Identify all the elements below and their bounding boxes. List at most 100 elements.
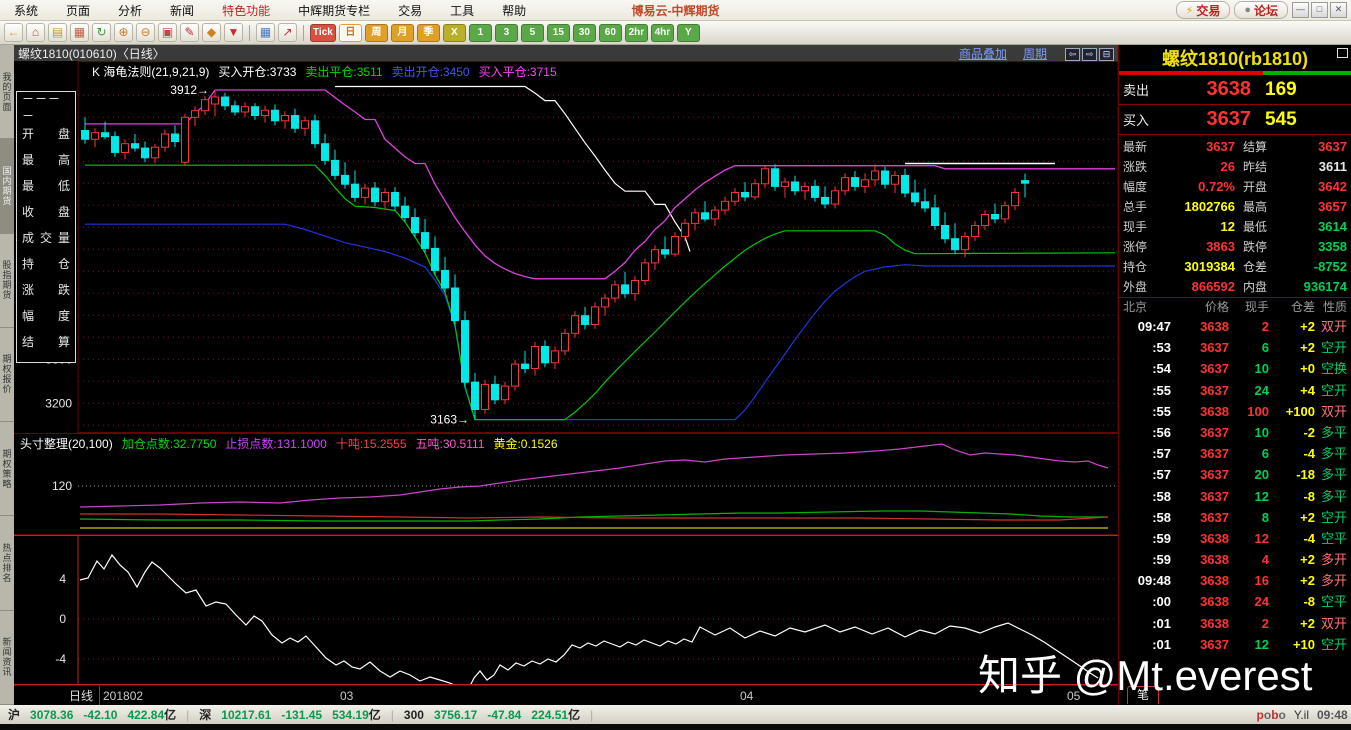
candlestick-chart[interactable]: 3912→3163→33003200 <box>14 61 1119 433</box>
period-button-3[interactable]: 3 <box>495 24 518 42</box>
menu-item-系统[interactable]: 系统 <box>0 2 52 19</box>
snapshot-icon[interactable]: ▦ <box>70 23 89 42</box>
svg-text:4: 4 <box>59 572 66 586</box>
period-button-日[interactable]: 日 <box>339 24 362 42</box>
close-icon[interactable]: ✕ <box>1330 2 1347 18</box>
indicator-value: K 海龟法则(21,9,21,9) <box>92 65 209 79</box>
menu-item-分析[interactable]: 分析 <box>104 2 156 19</box>
zoom-in-icon[interactable]: ⊕ <box>114 23 133 42</box>
stat-cell: 外盘 <box>1123 277 1159 297</box>
period-button-2hr[interactable]: 2hr <box>625 24 648 42</box>
back-icon[interactable]: ← <box>4 23 23 42</box>
ask-row[interactable]: 卖出 3638 169 <box>1119 75 1351 105</box>
tick-row[interactable]: :5336376+2空开 <box>1119 337 1351 358</box>
info-row-幅度: 幅度 <box>22 302 70 328</box>
period-button-X[interactable]: X <box>443 24 466 42</box>
forum-button[interactable]: ●论坛 <box>1234 1 1288 19</box>
tick-row[interactable]: :57363720-18多平 <box>1119 464 1351 485</box>
overlay-link[interactable]: 商品叠加 <box>959 45 1007 62</box>
menu-item-特色功能[interactable]: 特色功能 <box>208 2 284 19</box>
period-button-30[interactable]: 30 <box>573 24 596 42</box>
period-button-15[interactable]: 15 <box>547 24 570 42</box>
stat-cell: 涨跌 <box>1123 157 1159 177</box>
menu-item-工具[interactable]: 工具 <box>436 2 488 19</box>
period-link[interactable]: 周期 <box>1023 45 1047 62</box>
info-row-持仓: 持仓 <box>22 250 70 276</box>
filter-icon[interactable]: ▼ <box>224 23 243 42</box>
tick-table[interactable]: 09:4736382+2双开:5336376+2空开:54363710+0空换:… <box>1119 316 1351 655</box>
bid-qty: 545 <box>1251 109 1351 131</box>
refresh-icon[interactable]: ↻ <box>92 23 111 42</box>
tick-row[interactable]: :5836378+2空开 <box>1119 507 1351 528</box>
menu-item-中辉期货专栏[interactable]: 中辉期货专栏 <box>284 2 384 19</box>
app-window: 系统页面分析新闻特色功能中辉期货专栏交易工具帮助 博易云-中辉期货 ⚡交易 ●论… <box>0 0 1351 730</box>
tick-row[interactable]: :58363712-8多平 <box>1119 486 1351 507</box>
period-button-Y[interactable]: Y <box>677 24 700 42</box>
chart-title-bar: 螺纹1810(010610)〈日线〉 商品叠加 周期 ⇦⇨⊟ <box>14 45 1118 61</box>
period-button-60[interactable]: 60 <box>599 24 622 42</box>
period-button-周[interactable]: 周 <box>365 24 388 42</box>
position-indicator-pane[interactable]: 头寸整理(20,100)加仓点数:32.7750止损点数:131.1000十吨:… <box>14 434 1118 535</box>
period-mode-label[interactable]: 日线 <box>14 686 100 706</box>
tick-row[interactable]: :553638100+100双开 <box>1119 401 1351 422</box>
period-button-月[interactable]: 月 <box>391 24 414 42</box>
tick-row[interactable]: :55363724+4空开 <box>1119 380 1351 401</box>
side-tab-热点排名[interactable]: 热点排名 <box>0 516 14 610</box>
stat-cell: 3637 <box>1159 137 1235 157</box>
trade-button[interactable]: ⚡交易 <box>1176 1 1231 19</box>
menu-item-交易[interactable]: 交易 <box>384 2 436 19</box>
indicator-value: 加仓点数:32.7750 <box>122 437 217 451</box>
index-quote-300: 3003756.17-47.84224.51亿 <box>404 706 580 723</box>
x-tick: 03 <box>340 689 353 703</box>
report-icon[interactable]: ▦ <box>256 23 275 42</box>
chart-title: 螺纹1810(010610)〈日线〉 <box>18 45 165 62</box>
tick-row[interactable]: :5736376-4多平 <box>1119 443 1351 464</box>
chart-nav-icons: ⇦⇨⊟ <box>1063 46 1114 61</box>
period-button-1[interactable]: 1 <box>469 24 492 42</box>
period-button-4hr[interactable]: 4hr <box>651 24 674 42</box>
home-icon[interactable]: ⌂ <box>26 23 45 42</box>
oscillator-pane[interactable]: 40-4 <box>14 535 1118 685</box>
minimize-icon[interactable]: — <box>1292 2 1309 18</box>
menu-item-帮助[interactable]: 帮助 <box>488 2 540 19</box>
stat-cell: 1802766 <box>1159 197 1235 217</box>
next-icon[interactable]: ⇨ <box>1082 48 1097 61</box>
pane2-header: 头寸整理(20,100)加仓点数:32.7750止损点数:131.1000十吨:… <box>20 435 567 452</box>
side-tab-新闻资讯[interactable]: 新闻资讯 <box>0 611 14 705</box>
period-button-Tick[interactable]: Tick <box>310 24 336 42</box>
side-tab-股指期货[interactable]: 股指期货 <box>0 234 14 328</box>
panel-minimize-icon[interactable] <box>1337 48 1348 58</box>
toolbar: ←⌂▤▦↻⊕⊖▣✎◆▼▦↗Tick日周月季X1351530602hr4hrY <box>0 21 1351 45</box>
notebook-icon[interactable]: ▤ <box>48 23 67 42</box>
period-button-季[interactable]: 季 <box>417 24 440 42</box>
main-price-pane[interactable]: K 海龟法则(21,9,21,9)买入开仓:3733卖出平仓:3511卖出开仓:… <box>14 61 1118 434</box>
prev-icon[interactable]: ⇦ <box>1065 48 1080 61</box>
tick-row[interactable]: :5936384+2多开 <box>1119 549 1351 570</box>
tick-row[interactable]: :0136382+2双开 <box>1119 613 1351 634</box>
zoom-out-icon[interactable]: ⊖ <box>136 23 155 42</box>
side-tab-我的页面[interactable]: 我的页面 <box>0 45 14 139</box>
tick-row[interactable]: :54363710+0空换 <box>1119 358 1351 379</box>
indicator-value: 头寸整理(20,100) <box>20 437 113 451</box>
svg-text:3163→: 3163→ <box>430 413 469 427</box>
side-tab-期权策略[interactable]: 期权策略 <box>0 422 14 516</box>
stat-cell: 3611 <box>1271 157 1347 177</box>
menu-item-新闻[interactable]: 新闻 <box>156 2 208 19</box>
maximize-icon[interactable]: □ <box>1311 2 1328 18</box>
tick-row[interactable]: :00363824-8空平 <box>1119 591 1351 612</box>
oscillator-chart[interactable]: 40-4 <box>14 536 1119 684</box>
trend-icon[interactable]: ↗ <box>278 23 297 42</box>
split-icon[interactable]: ⊟ <box>1099 48 1114 61</box>
side-tab-期权报价[interactable]: 期权报价 <box>0 328 14 422</box>
overlay-icon[interactable]: ▣ <box>158 23 177 42</box>
side-tab-国内期货[interactable]: 国内期货 <box>0 139 14 233</box>
menu-item-页面[interactable]: 页面 <box>52 2 104 19</box>
tick-row[interactable]: :56363710-2多平 <box>1119 422 1351 443</box>
bid-row[interactable]: 买入 3637 545 <box>1119 105 1351 135</box>
tick-row[interactable]: 09:4736382+2双开 <box>1119 316 1351 337</box>
draw-icon[interactable]: ✎ <box>180 23 199 42</box>
alert-icon[interactable]: ◆ <box>202 23 221 42</box>
tick-row[interactable]: :59363812-4空平 <box>1119 528 1351 549</box>
tick-row[interactable]: 09:48363816+2多开 <box>1119 570 1351 591</box>
period-button-5[interactable]: 5 <box>521 24 544 42</box>
